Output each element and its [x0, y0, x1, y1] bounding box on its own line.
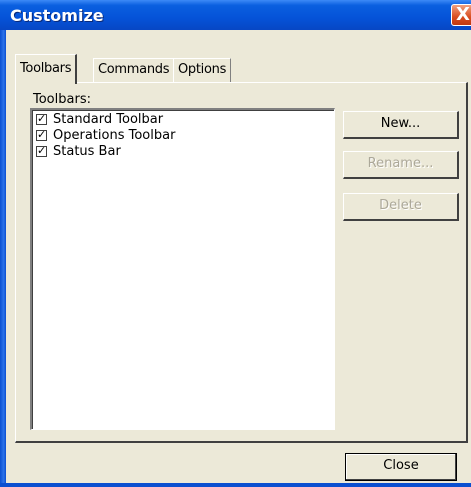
- close-icon: X: [456, 4, 470, 25]
- tab-toolbars[interactable]: Toolbars: [15, 54, 78, 84]
- window-frame-bottom: [0, 483, 471, 487]
- close-button[interactable]: Close: [345, 453, 457, 481]
- tab-options[interactable]: Options: [173, 58, 232, 82]
- window-title: Customize: [10, 6, 104, 25]
- tab-panel-toolbars: [15, 82, 468, 443]
- tab-commands[interactable]: Commands: [93, 58, 175, 82]
- customize-dialog: Customize X Toolbars Commands Options To…: [0, 0, 471, 487]
- title-bar[interactable]: Customize X: [0, 0, 471, 30]
- window-close-button[interactable]: X: [451, 4, 471, 26]
- window-frame-left: [0, 30, 6, 487]
